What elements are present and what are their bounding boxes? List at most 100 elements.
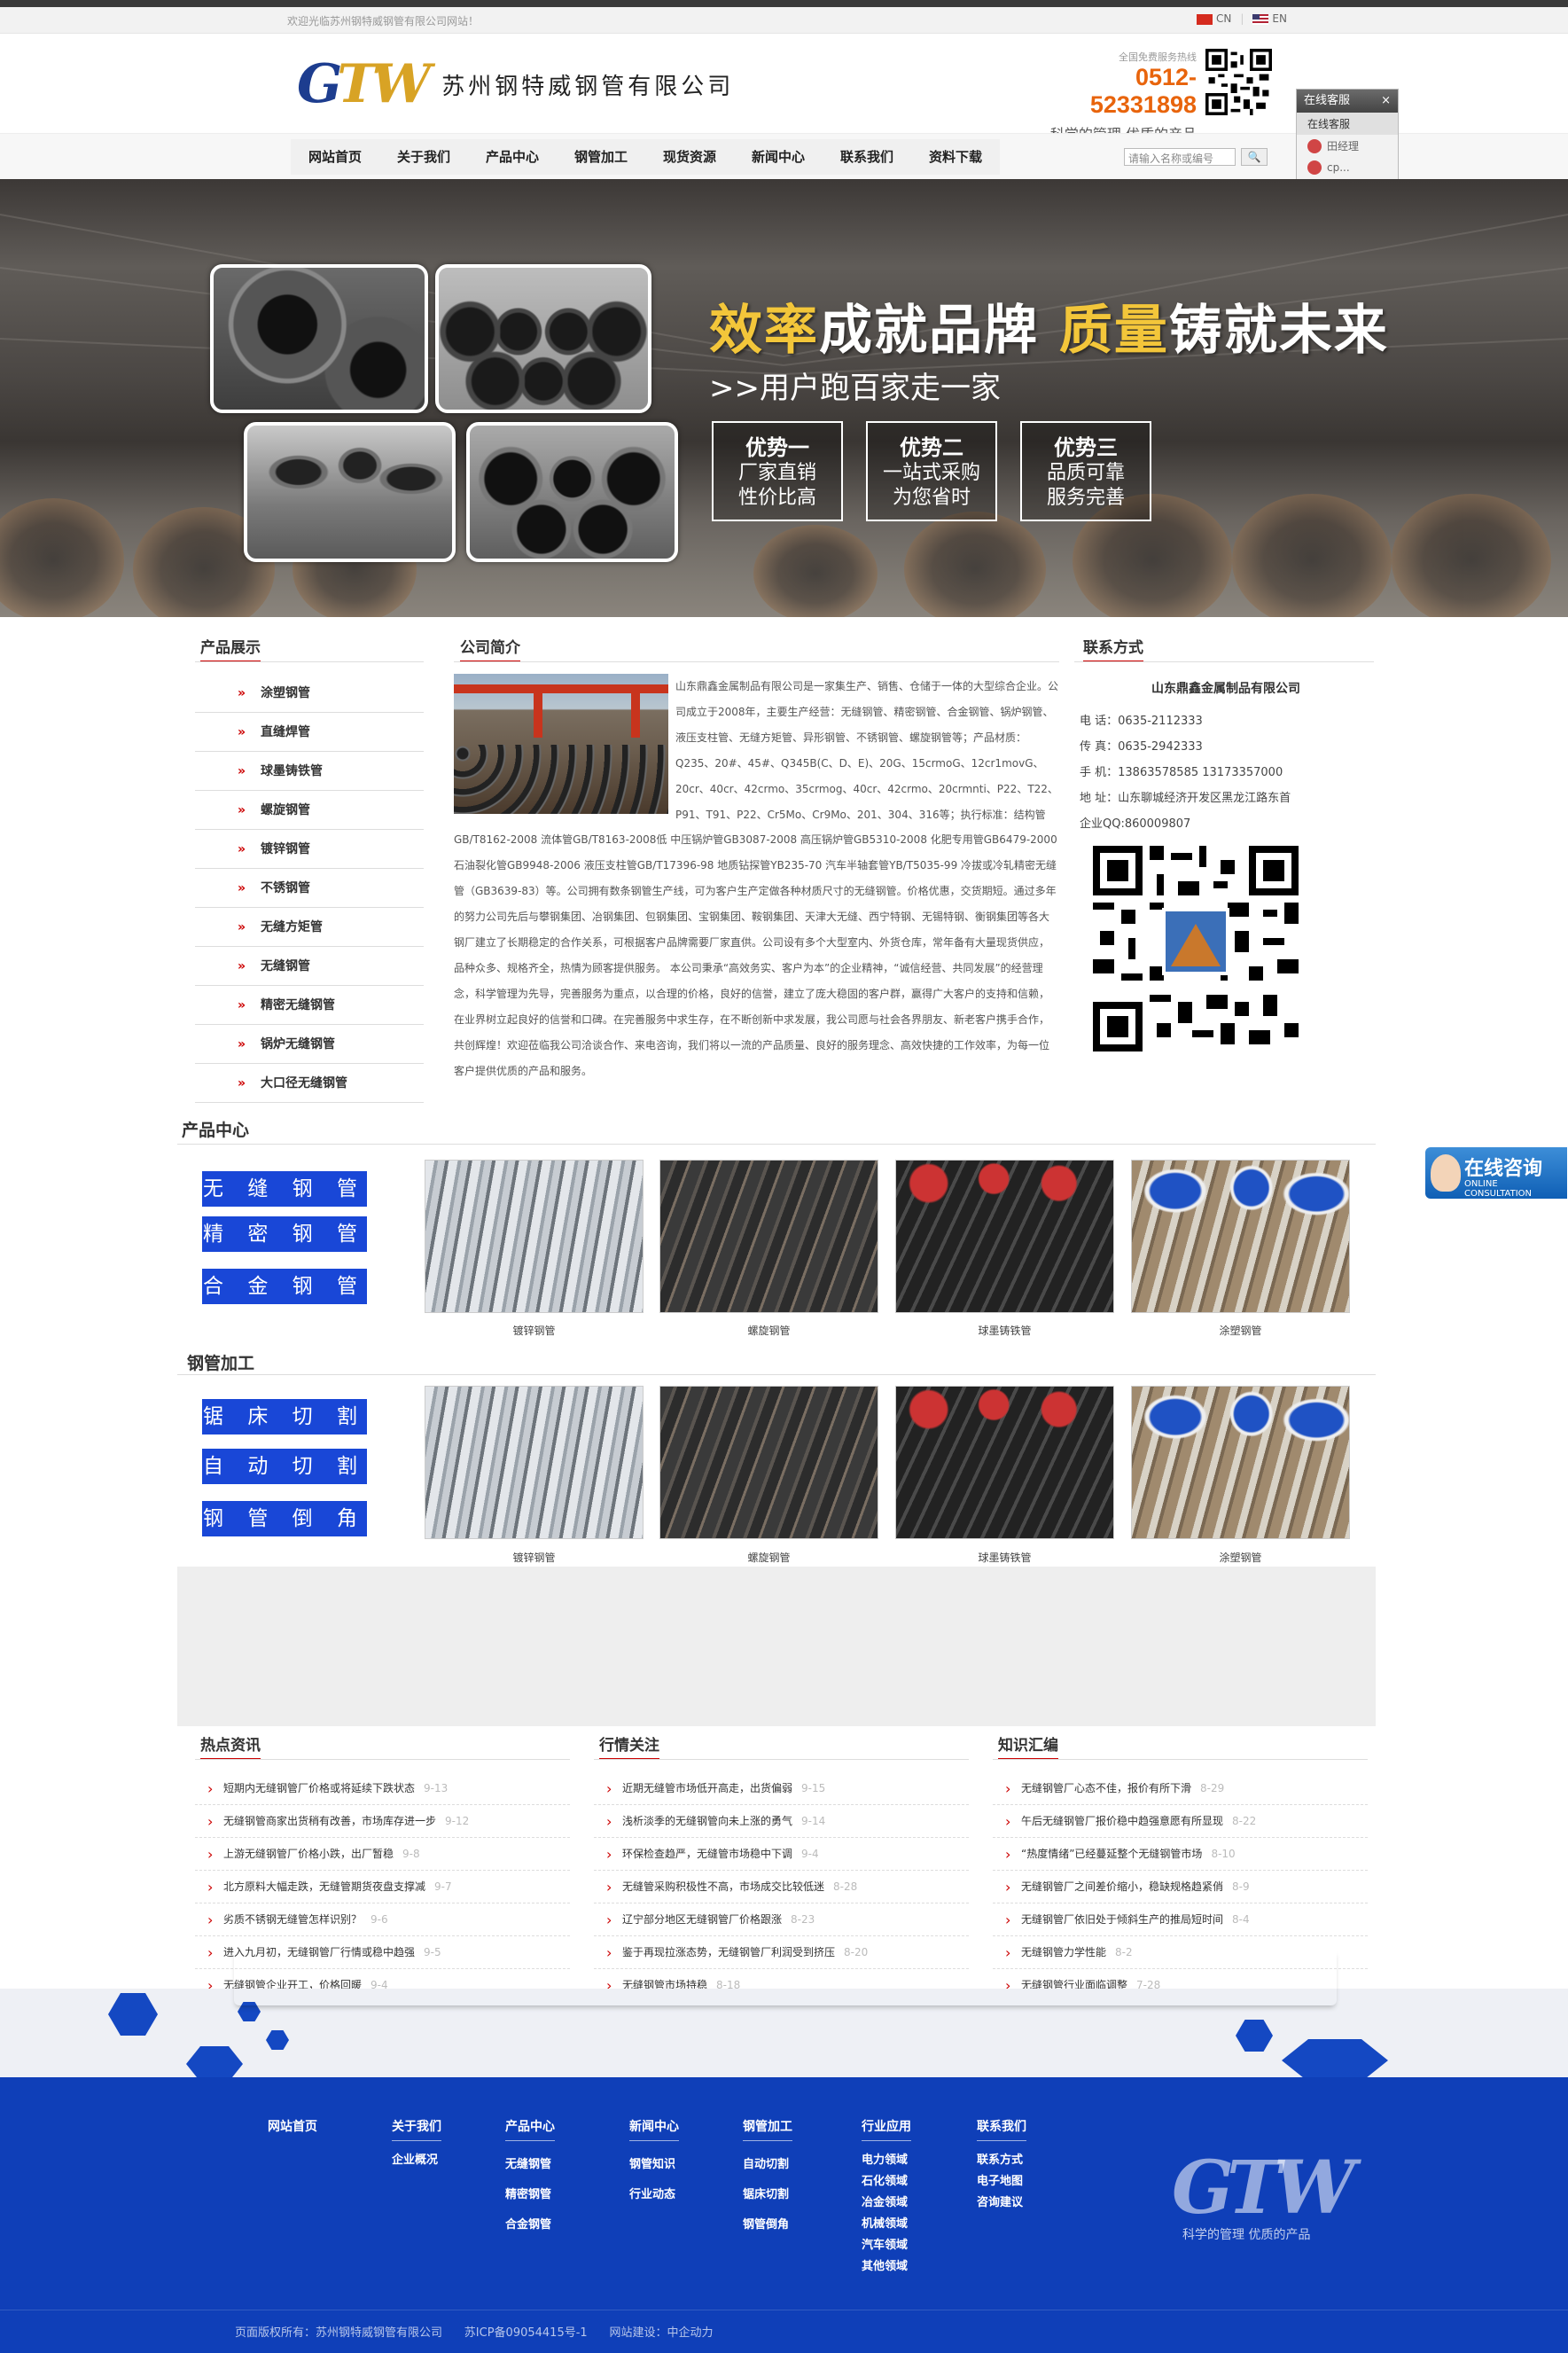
nav-item-contact[interactable]: 联系我们 (823, 139, 911, 175)
footer-link-news[interactable]: 新闻中心 (629, 2117, 679, 2141)
footer-sublink[interactable]: 石化领域 (862, 2171, 911, 2193)
product-image-spiral[interactable] (659, 1160, 878, 1313)
processing-image-coated[interactable] (1131, 1386, 1350, 1539)
news-item[interactable]: 辽宁部分地区无缝钢管厂价格跟涨8-23 (594, 1904, 969, 1936)
news-item[interactable]: 无缝钢管厂之间差价缩小，稳缺规格趋紧俏8-9 (993, 1871, 1368, 1904)
service-title: 在线客服 (1304, 94, 1351, 107)
footer-sublink[interactable]: 钢管知识 (629, 2150, 679, 2180)
product-category-item[interactable]: 镀锌钢管 (195, 830, 424, 869)
processing-image-galvanized[interactable] (425, 1386, 644, 1539)
news-item[interactable]: 无缝管采购积极性不高，市场成交比较低迷8-28 (594, 1871, 969, 1904)
nav-item-about[interactable]: 关于我们 (379, 139, 468, 175)
nav-item-stock[interactable]: 现货资源 (645, 139, 734, 175)
footer-link-about[interactable]: 关于我们 (392, 2117, 441, 2141)
service-close-icon[interactable]: × (1381, 90, 1391, 113)
footer-sublink[interactable]: 锯床切割 (743, 2180, 792, 2210)
category-button-alloy[interactable]: 合 金 钢 管 (202, 1269, 367, 1304)
processing-image-spiral[interactable] (659, 1386, 878, 1539)
product-category-item[interactable]: 无缝方矩管 (195, 908, 424, 947)
product-image-ductile-iron[interactable] (895, 1160, 1114, 1313)
product-category-item[interactable]: 直缝焊管 (195, 713, 424, 752)
footer-link-contact[interactable]: 联系我们 (977, 2117, 1026, 2141)
footer-sublink[interactable]: 电子地图 (977, 2171, 1026, 2193)
chat-icon (1307, 160, 1322, 175)
processing-title: 钢管加工 (187, 1354, 255, 1373)
footer-sublink[interactable]: 电力领域 (862, 2150, 911, 2171)
processing-button-chamfer[interactable]: 钢 管 倒 角 (202, 1501, 367, 1536)
product-caption[interactable]: 螺旋钢管 (659, 1323, 878, 1338)
company-name: 苏州钢特威钢管有限公司 (441, 73, 735, 100)
news-item[interactable]: 浅析淡季的无缝钢管向未上涨的勇气9-14 (594, 1805, 969, 1838)
footer-sublink[interactable]: 汽车领域 (862, 2235, 911, 2256)
footer-sublink[interactable]: 自动切割 (743, 2150, 792, 2180)
product-category-item[interactable]: 螺旋钢管 (195, 791, 424, 830)
footer-sublink[interactable]: 无缝钢管 (505, 2150, 555, 2180)
processing-caption[interactable]: 螺旋钢管 (659, 1550, 878, 1565)
news-item[interactable]: 无缝钢管商家出货稍有改善，市场库存进一步9-12 (195, 1805, 570, 1838)
processing-caption[interactable]: 球墨铸铁管 (895, 1550, 1114, 1565)
nav-item-downloads[interactable]: 资料下载 (911, 139, 1000, 175)
footer-link-processing[interactable]: 钢管加工 (743, 2117, 792, 2141)
news-item[interactable]: 上游无缝钢管厂价格小跌，出厂暂稳9-8 (195, 1838, 570, 1871)
news-item[interactable]: 北方原料大幅走跌，无缝管期货夜盘支撑减9-7 (195, 1871, 570, 1904)
product-image-coated[interactable] (1131, 1160, 1350, 1313)
nav-item-products[interactable]: 产品中心 (468, 139, 557, 175)
footer-sublink[interactable]: 精密钢管 (505, 2180, 555, 2210)
news-item[interactable]: 劣质不锈钢无缝管怎样识别？9-6 (195, 1904, 570, 1936)
footer-sublink[interactable]: 其他领域 (862, 2256, 911, 2278)
processing-button-saw[interactable]: 锯 床 切 割 (202, 1399, 367, 1434)
nav-item-processing[interactable]: 钢管加工 (557, 139, 645, 175)
processing-caption[interactable]: 涂塑钢管 (1131, 1550, 1350, 1565)
footer-sublink[interactable]: 企业概况 (392, 2150, 441, 2171)
footer-sublink[interactable]: 咨询建议 (977, 2193, 1026, 2214)
product-category-item[interactable]: 锅炉无缝钢管 (195, 1025, 424, 1064)
product-category-item[interactable]: 不锈钢管 (195, 869, 424, 908)
news-item[interactable]: 无缝钢管厂依旧处于倾斜生产的推局短时间8-4 (993, 1904, 1368, 1936)
footer-link-products[interactable]: 产品中心 (505, 2117, 555, 2141)
processing-button-auto[interactable]: 自 动 切 割 (202, 1449, 367, 1484)
hotline-phone: 0512-52331898 (1089, 64, 1197, 118)
service-agent-1[interactable]: 田经理 (1297, 135, 1398, 157)
news-item[interactable]: “热度情绪”已经蔓延整个无缝钢管市场8-10 (993, 1838, 1368, 1871)
product-image-galvanized[interactable] (425, 1160, 644, 1313)
footer-sublink[interactable]: 合金钢管 (505, 2210, 555, 2240)
product-caption[interactable]: 镀锌钢管 (425, 1323, 644, 1338)
product-category-item[interactable]: 涂塑钢管 (195, 674, 424, 713)
product-category-item[interactable]: 无缝钢管 (195, 947, 424, 986)
site-logo[interactable]: GTW 苏州钢特威钢管有限公司 (297, 53, 734, 115)
footer-logo: GTW (1172, 2146, 1355, 2231)
news-item[interactable]: 无缝钢管厂心态不佳，报价有所下滑8-29 (993, 1772, 1368, 1805)
processing-caption[interactable]: 镀锌钢管 (425, 1550, 644, 1565)
online-consultation-button[interactable]: 在线咨询 ONLINE CONSULTATION (1425, 1147, 1567, 1199)
footer-col-products: 产品中心无缝钢管 精密钢管 合金钢管 (505, 2117, 555, 2240)
footer-sublink[interactable]: 行业动态 (629, 2180, 679, 2210)
product-caption[interactable]: 涂塑钢管 (1131, 1323, 1350, 1338)
lang-cn-link[interactable]: CN (1197, 12, 1231, 25)
search-button[interactable]: 🔍 (1241, 148, 1268, 166)
product-caption[interactable]: 球墨铸铁管 (895, 1323, 1114, 1338)
footer-sublink[interactable]: 冶金领域 (862, 2193, 911, 2214)
footer-col-home: 网站首页 (268, 2117, 317, 2149)
service-agent-2[interactable]: cp... (1297, 157, 1398, 178)
footer-sublink[interactable]: 机械领域 (862, 2214, 911, 2235)
news-item[interactable]: 午后无缝钢管厂报价稳中趋强意愿有所显现8-22 (993, 1805, 1368, 1838)
nav-item-home[interactable]: 网站首页 (291, 139, 379, 175)
footer-link-home[interactable]: 网站首页 (268, 2117, 317, 2140)
category-button-seamless[interactable]: 无 缝 钢 管 (202, 1171, 367, 1207)
hotline: 全国免费服务热线 0512-52331898 科学的管理 优质的产品 (1037, 50, 1197, 144)
lang-en-link[interactable]: EN (1252, 12, 1287, 25)
product-category-item[interactable]: 精密无缝钢管 (195, 986, 424, 1025)
news-item[interactable]: 近期无缝管市场低开高走，出货偏弱9-15 (594, 1772, 969, 1805)
search-input[interactable]: 请输入名称或编号 (1124, 148, 1236, 166)
processing-image-ductile-iron[interactable] (895, 1386, 1114, 1539)
footer-sublink[interactable]: 钢管倒角 (743, 2210, 792, 2240)
footer-sublink[interactable]: 联系方式 (977, 2150, 1026, 2171)
news-item[interactable]: 短期内无缝钢管厂价格或将延续下跌状态9-13 (195, 1772, 570, 1805)
news-item[interactable]: 环保检查趋严，无缝管市场稳中下调9-4 (594, 1838, 969, 1871)
nav-item-news[interactable]: 新闻中心 (734, 139, 823, 175)
category-button-precision[interactable]: 精 密 钢 管 (202, 1216, 367, 1252)
footer-link-industry[interactable]: 行业应用 (862, 2117, 911, 2141)
product-category-item[interactable]: 大口径无缝钢管 (195, 1064, 424, 1103)
product-category-item[interactable]: 球墨铸铁管 (195, 752, 424, 791)
consult-sublabel: ONLINE CONSULTATION (1464, 1179, 1533, 1199)
